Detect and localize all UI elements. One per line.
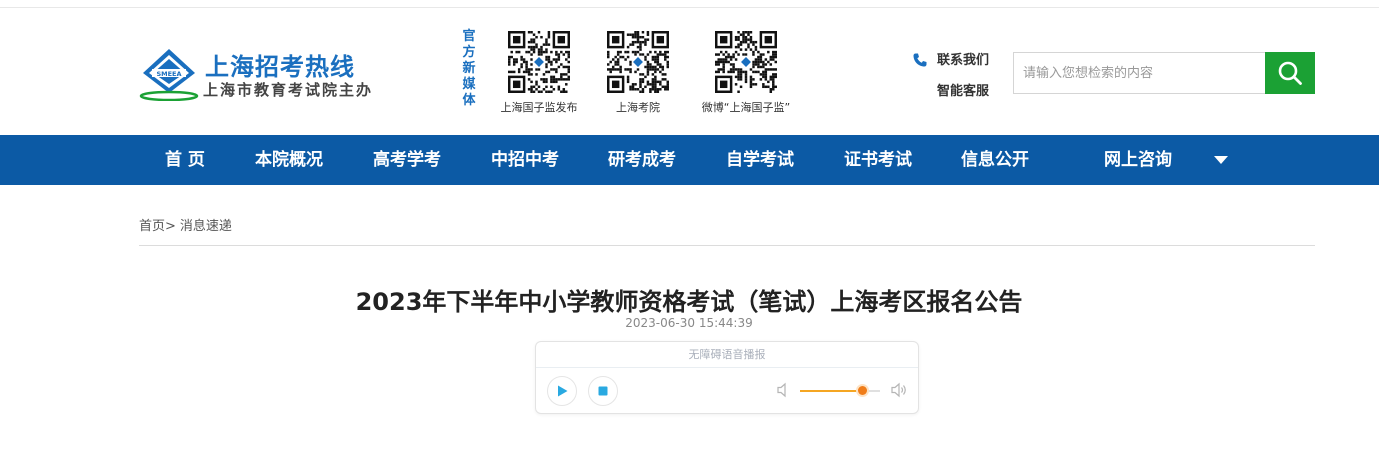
volume-low-icon[interactable]	[776, 382, 790, 398]
qr-code-guozijian-release[interactable]: 上海国子监发布	[484, 31, 594, 115]
site-subtitle: 上海市教育考试院主办	[203, 81, 374, 99]
nav-item-info-public[interactable]: 信息公开	[961, 135, 1029, 185]
main-nav: 首 页 本院概况 高考学考 中招中考 研考成考 自学考试 证书考试 信息公开 网…	[0, 135, 1379, 185]
qr-code-icon	[715, 31, 777, 93]
qr-code-icon	[508, 31, 570, 93]
official-media-label: 官方新媒体	[462, 29, 476, 108]
player-title: 无障碍语音播报	[536, 342, 918, 368]
nav-item-consult[interactable]: 网上咨询	[1104, 135, 1172, 185]
play-icon	[558, 385, 568, 397]
article-title: 2023年下半年中小学教师资格考试（笔试）上海考区报名公告	[355, 288, 1023, 316]
nav-item-about[interactable]: 本院概况	[255, 135, 323, 185]
breadcrumb-home[interactable]: 首页>	[139, 219, 176, 234]
site-header: SMEEA 上海招考热线 上海市教育考试院主办 官方新媒体 上海国子监发布 上海…	[0, 9, 1379, 135]
play-button[interactable]	[547, 376, 577, 406]
nav-item-gaokao[interactable]: 高考学考	[373, 135, 441, 185]
nav-item-self-study[interactable]: 自学考试	[726, 135, 794, 185]
breadcrumb-current[interactable]: 消息速递	[180, 219, 232, 234]
qr-caption: 上海国子监发布	[500, 101, 578, 114]
top-strip	[0, 0, 1379, 8]
logo-emblem-icon: SMEEA	[139, 49, 199, 101]
nav-item-home[interactable]: 首 页	[165, 135, 205, 185]
smart-service-link[interactable]: 智能客服	[937, 82, 989, 110]
site-title: 上海招考热线	[205, 53, 355, 81]
qr-code-weibo[interactable]: 微博“上海国子监”	[691, 31, 801, 115]
nav-item-certificate[interactable]: 证书考试	[844, 135, 912, 185]
qr-code-icon	[607, 31, 669, 93]
phone-icon	[913, 53, 927, 67]
volume-knob[interactable]	[857, 386, 867, 395]
search-icon	[1278, 61, 1302, 85]
breadcrumb: 首页> 消息速递	[139, 215, 236, 234]
site-logo[interactable]: SMEEA 上海招考热线 上海市教育考试院主办	[139, 47, 379, 107]
search-input[interactable]	[1013, 52, 1265, 94]
audio-player: 无障碍语音播报	[535, 341, 919, 414]
search-button[interactable]	[1265, 52, 1315, 94]
svg-text:SMEEA: SMEEA	[156, 70, 181, 78]
divider	[139, 245, 1315, 246]
article-timestamp: 2023-06-30 15:44:39	[625, 316, 753, 330]
qr-caption: 上海考院	[616, 101, 660, 114]
stop-button[interactable]	[588, 376, 618, 406]
qr-caption: 微博“上海国子监”	[701, 101, 791, 114]
volume-fill	[800, 390, 863, 392]
volume-slider[interactable]	[800, 386, 880, 395]
volume-high-icon[interactable]	[890, 382, 908, 398]
nav-item-zhongkao[interactable]: 中招中考	[491, 135, 559, 185]
qr-code-kaoyuan[interactable]: 上海考院	[583, 31, 693, 115]
nav-item-graduate[interactable]: 研考成考	[608, 135, 676, 185]
stop-icon	[598, 386, 608, 396]
chevron-down-icon[interactable]	[1213, 155, 1229, 165]
contact-us-link[interactable]: 联系我们	[937, 51, 989, 79]
